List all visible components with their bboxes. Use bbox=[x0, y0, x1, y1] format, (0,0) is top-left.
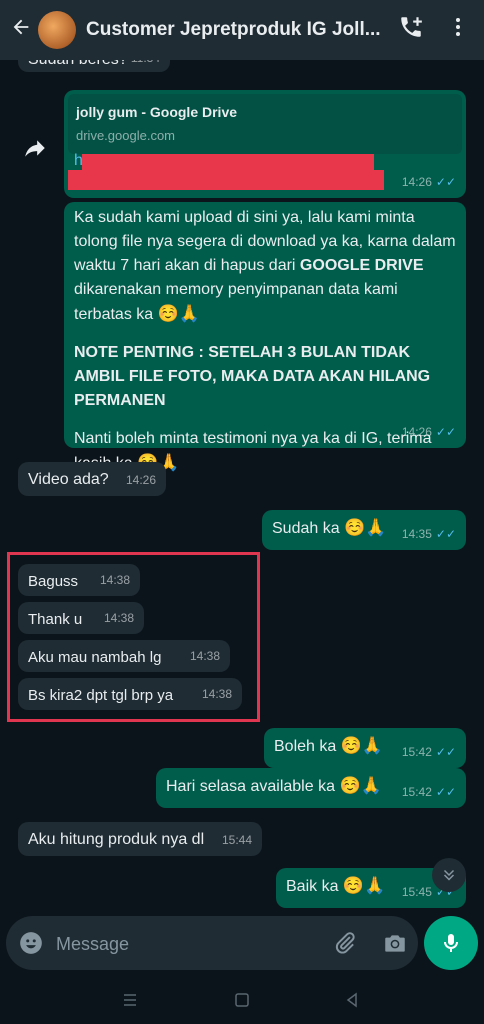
message-incoming[interactable]: Aku hitung produk nya dl 15:44 bbox=[18, 822, 262, 856]
camera-icon[interactable] bbox=[382, 930, 408, 961]
smile-emoji: ☺️ bbox=[344, 518, 366, 537]
read-ticks-icon: ✓✓ bbox=[435, 175, 456, 189]
phone-add-icon[interactable] bbox=[398, 14, 428, 44]
pray-emoji: 🙏 bbox=[360, 776, 382, 795]
highlight-box bbox=[7, 552, 260, 722]
message-time: 11:34 bbox=[131, 60, 160, 70]
mic-icon bbox=[444, 934, 458, 952]
message-incoming[interactable]: Sudah beres? 11:34 bbox=[18, 60, 170, 72]
message-text: Boleh ka bbox=[274, 738, 337, 755]
avatar[interactable] bbox=[38, 11, 76, 49]
message-incoming[interactable]: Video ada? 14:26 bbox=[18, 462, 166, 496]
back-nav-icon[interactable] bbox=[344, 992, 360, 1013]
message-text: Hari selasa available ka bbox=[166, 778, 335, 795]
scroll-down-button[interactable] bbox=[432, 858, 466, 892]
recent-apps-icon[interactable] bbox=[122, 992, 138, 1013]
read-ticks-icon: ✓✓ bbox=[435, 785, 456, 799]
message-paragraph: Ka sudah kami upload di sini ya, lalu ka… bbox=[74, 206, 456, 327]
message-time: 15:42 ✓✓ bbox=[401, 745, 456, 759]
link-preview-title: jolly gum - Google Drive bbox=[76, 104, 238, 120]
read-ticks-icon: ✓✓ bbox=[435, 425, 456, 439]
message-time: 14:26 ✓✓ bbox=[401, 425, 456, 439]
smile-emoji: ☺️ bbox=[342, 876, 365, 895]
message-outgoing[interactable]: Boleh ka ☺️🙏 15:42 ✓✓ bbox=[264, 728, 466, 768]
chat-title[interactable]: Customer Jepretproduk IG Joll... bbox=[86, 19, 396, 41]
message-time: 14:35 ✓✓ bbox=[401, 527, 456, 541]
redaction-bar bbox=[68, 170, 384, 190]
smile-emoji: ☺️ bbox=[340, 736, 362, 755]
read-ticks-icon: ✓✓ bbox=[435, 527, 456, 541]
message-paragraph-note: NOTE PENTING : SETELAH 3 BULAN TIDAK AMB… bbox=[74, 344, 431, 409]
message-time: 14:26 bbox=[125, 473, 156, 487]
message-time: 14:26 ✓✓ bbox=[401, 175, 456, 189]
message-text: Aku hitung produk nya dl bbox=[28, 831, 205, 848]
home-icon[interactable] bbox=[234, 992, 250, 1013]
message-outgoing-link[interactable]: jolly gum - Google Drive drive.google.co… bbox=[64, 90, 466, 198]
link-preview-card[interactable]: jolly gum - Google Drive drive.google.co… bbox=[68, 94, 462, 154]
share-icon[interactable] bbox=[22, 135, 48, 161]
smile-emoji: ☺️ bbox=[339, 776, 361, 795]
message-text: Sudah ka bbox=[272, 520, 340, 537]
more-vertical-icon[interactable] bbox=[446, 14, 476, 44]
emoji-icon[interactable] bbox=[18, 930, 44, 961]
message-outgoing[interactable]: Hari selasa available ka ☺️🙏 15:42 ✓✓ bbox=[156, 768, 466, 808]
back-arrow-icon[interactable] bbox=[6, 16, 36, 45]
message-composer bbox=[6, 916, 418, 970]
message-outgoing[interactable]: Ka sudah kami upload di sini ya, lalu ka… bbox=[64, 202, 466, 472]
chat-header: Customer Jepretproduk IG Joll... bbox=[0, 0, 484, 60]
pray-emoji: 🙏 bbox=[178, 304, 200, 323]
message-time: 15:44 bbox=[221, 833, 252, 847]
read-ticks-icon: ✓✓ bbox=[435, 745, 456, 759]
system-nav-bar bbox=[0, 980, 484, 1024]
link-preview-host: drive.google.com bbox=[76, 128, 175, 143]
message-input[interactable] bbox=[54, 930, 318, 958]
message-text: Baik ka bbox=[286, 878, 339, 895]
mic-button[interactable] bbox=[424, 916, 478, 970]
message-outgoing[interactable]: Sudah ka ☺️🙏 14:35 ✓✓ bbox=[262, 510, 466, 550]
smile-emoji: ☺️ bbox=[157, 304, 179, 323]
pray-emoji: 🙏 bbox=[364, 876, 386, 895]
message-time: 15:42 ✓✓ bbox=[401, 785, 456, 799]
pray-emoji: 🙏 bbox=[361, 736, 384, 755]
message-text: Video ada? bbox=[28, 471, 109, 488]
redaction-bar bbox=[82, 154, 374, 170]
chat-area[interactable]: Sudah beres? 11:34 jolly gum - Google Dr… bbox=[0, 60, 484, 912]
message-text: Sudah beres? bbox=[28, 60, 128, 68]
chevron-down-icon bbox=[443, 869, 455, 881]
paperclip-icon[interactable] bbox=[332, 930, 358, 961]
pray-emoji: 🙏 bbox=[365, 518, 387, 537]
